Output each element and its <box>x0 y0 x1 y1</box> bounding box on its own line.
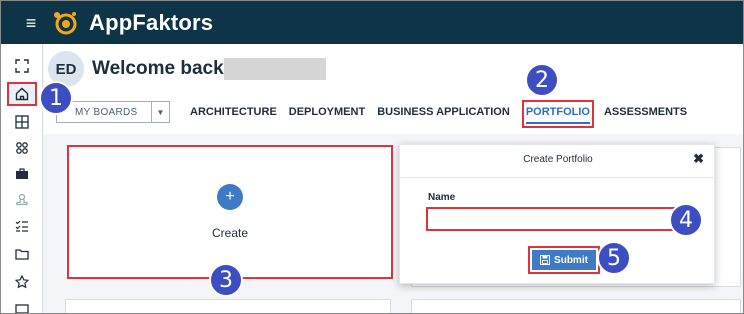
create-portfolio-card[interactable]: + Create <box>67 145 393 279</box>
plus-icon[interactable]: + <box>217 184 243 210</box>
step-badge-3: 3 <box>209 263 243 297</box>
tab-assessments[interactable]: ASSESSMENTS <box>604 104 687 124</box>
submit-button[interactable]: Submit <box>528 246 600 274</box>
name-field-label: Name <box>428 192 456 203</box>
star-icon[interactable] <box>7 270 37 294</box>
app-window: ≡ AppFaktors ED Welcome back, MY BOARDS … <box>0 0 744 314</box>
tab-portfolio[interactable]: PORTFOLIO <box>521 100 594 128</box>
top-bar: ≡ AppFaktors <box>1 1 743 44</box>
stamp-icon[interactable] <box>7 188 37 212</box>
step-badge-1: 1 <box>39 81 73 115</box>
boards-dropdown-value: MY BOARDS <box>75 106 138 118</box>
apps-icon[interactable] <box>7 136 37 160</box>
folder-icon[interactable] <box>7 242 37 266</box>
grid-icon[interactable] <box>7 110 37 134</box>
submit-button-face[interactable]: Submit <box>532 250 596 270</box>
welcome-title: Welcome back, <box>92 58 229 79</box>
create-portfolio-modal: Create Portfolio ✖ Name Submit <box>399 144 716 284</box>
checklist-icon[interactable] <box>7 214 37 238</box>
tab-architecture[interactable]: ARCHITECTURE <box>190 104 277 124</box>
tab-deployment[interactable]: DEPLOYMENT <box>289 104 365 124</box>
step-badge-4: 4 <box>669 203 703 237</box>
tab-business-application[interactable]: BUSINESS APPLICATION <box>377 104 510 124</box>
name-field[interactable] <box>426 207 678 231</box>
create-label: Create <box>211 226 249 240</box>
home-icon[interactable] <box>7 82 37 106</box>
sidebar <box>1 44 43 313</box>
modal-title: Create Portfolio <box>523 154 593 165</box>
step-badge-5: 5 <box>597 241 631 275</box>
expand-icon[interactable] <box>7 54 37 78</box>
modal-divider <box>400 177 716 178</box>
page-header: ED Welcome back, MY BOARDS ▼ ARCHITECTUR… <box>44 44 743 134</box>
redacted-username <box>224 58 326 80</box>
portfolio-card-placeholder <box>65 299 391 313</box>
portfolio-card-placeholder <box>411 299 741 313</box>
submit-label: Submit <box>554 254 588 266</box>
board-tabs: ARCHITECTURE DEPLOYMENT BUSINESS APPLICA… <box>190 100 699 128</box>
monitor-icon[interactable] <box>7 298 37 313</box>
briefcase-icon[interactable] <box>7 162 37 186</box>
step-badge-2: 2 <box>525 63 559 97</box>
hamburger-icon[interactable]: ≡ <box>21 13 41 33</box>
appfaktors-logo-icon <box>54 12 77 35</box>
save-icon <box>540 255 551 265</box>
close-icon[interactable]: ✖ <box>693 151 704 167</box>
chevron-down-icon[interactable]: ▼ <box>151 102 169 122</box>
boards-dropdown[interactable]: MY BOARDS ▼ <box>56 101 170 123</box>
app-title: AppFaktors <box>89 10 214 35</box>
